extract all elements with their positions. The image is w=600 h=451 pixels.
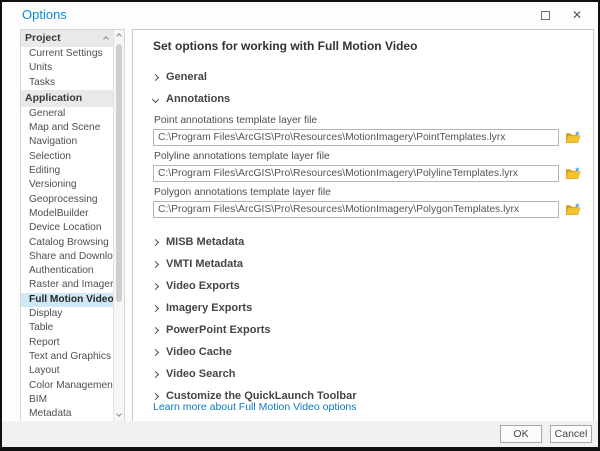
browse-polyline-template-button[interactable] xyxy=(564,165,581,182)
sidebar-item-display[interactable]: Display xyxy=(21,307,113,321)
dialog-title: Options xyxy=(22,7,67,22)
options-sidebar: Project Current Settings Units Tasks App… xyxy=(20,29,125,422)
learn-more-link[interactable]: Learn more about Full Motion Video optio… xyxy=(153,401,357,413)
chevron-right-icon xyxy=(152,326,159,333)
section-vmti-metadata[interactable]: VMTI Metadata xyxy=(153,253,581,275)
section-label: General xyxy=(166,71,207,83)
ok-button[interactable]: OK xyxy=(500,425,542,443)
scroll-down-icon[interactable] xyxy=(116,411,122,417)
sidebar-item-selection[interactable]: Selection xyxy=(21,150,113,164)
section-annotations[interactable]: Annotations xyxy=(153,88,581,110)
chevron-right-icon xyxy=(152,238,159,245)
cancel-button[interactable]: Cancel xyxy=(550,425,592,443)
point-template-field-group: Point annotations template layer file xyxy=(153,115,581,146)
chevron-right-icon xyxy=(152,392,159,399)
sections-list: General Annotations Point annotations te… xyxy=(153,66,581,407)
scrollbar-thumb[interactable] xyxy=(116,44,122,302)
section-label: Video Exports xyxy=(166,280,240,292)
options-dialog: Options ✕ Project Current Settings Units… xyxy=(0,0,600,451)
section-label: Imagery Exports xyxy=(166,302,252,314)
sidebar-item-metadata[interactable]: Metadata xyxy=(21,407,113,421)
chevron-right-icon xyxy=(152,304,159,311)
close-button[interactable]: ✕ xyxy=(568,8,586,22)
browse-polygon-template-button[interactable] xyxy=(564,201,581,218)
section-imagery-exports[interactable]: Imagery Exports xyxy=(153,297,581,319)
polygon-template-input[interactable] xyxy=(153,201,559,218)
open-folder-icon xyxy=(565,167,581,181)
polyline-template-field-group: Polyline annotations template layer file xyxy=(153,151,581,182)
section-video-cache[interactable]: Video Cache xyxy=(153,341,581,363)
sidebar-item-units[interactable]: Units xyxy=(21,61,113,75)
sidebar-scrollbar[interactable] xyxy=(113,30,124,421)
field-label: Point annotations template layer file xyxy=(154,115,581,126)
sidebar-item-current-settings[interactable]: Current Settings xyxy=(21,47,113,61)
chevron-down-icon xyxy=(152,95,159,102)
sidebar-item-general[interactable]: General xyxy=(21,107,113,121)
sidebar-nav-list: Project Current Settings Units Tasks App… xyxy=(21,30,113,421)
options-main-panel: Set options for working with Full Motion… xyxy=(132,29,594,423)
maximize-button[interactable] xyxy=(536,8,554,22)
section-label: Video Cache xyxy=(166,346,232,358)
sidebar-item-modelbuilder[interactable]: ModelBuilder xyxy=(21,207,113,221)
open-folder-icon xyxy=(565,131,581,145)
sidebar-item-geoprocessing[interactable]: Geoprocessing xyxy=(21,193,113,207)
maximize-icon xyxy=(541,11,550,20)
sidebar-item-tasks[interactable]: Tasks xyxy=(21,76,113,90)
dialog-footer: OK Cancel xyxy=(2,421,598,447)
sidebar-item-report[interactable]: Report xyxy=(21,336,113,350)
section-label: Video Search xyxy=(166,368,236,380)
chevron-right-icon xyxy=(152,260,159,267)
field-label: Polyline annotations template layer file xyxy=(154,151,581,162)
sidebar-group-project[interactable]: Project xyxy=(21,30,113,47)
sidebar-item-editing[interactable]: Editing xyxy=(21,164,113,178)
scroll-up-icon[interactable] xyxy=(116,33,122,39)
section-label: MISB Metadata xyxy=(166,236,244,248)
section-powerpoint-exports[interactable]: PowerPoint Exports xyxy=(153,319,581,341)
sidebar-item-device-location[interactable]: Device Location xyxy=(21,221,113,235)
sidebar-item-full-motion-video[interactable]: Full Motion Video xyxy=(21,293,113,307)
sidebar-group-label: Project xyxy=(25,30,61,47)
section-general[interactable]: General xyxy=(153,66,581,88)
polygon-template-field-group: Polygon annotations template layer file xyxy=(153,187,581,218)
polyline-template-input[interactable] xyxy=(153,165,559,182)
sidebar-item-bim[interactable]: BIM xyxy=(21,393,113,407)
sidebar-group-label: Application xyxy=(25,90,82,107)
section-label: Annotations xyxy=(166,93,230,105)
sidebar-item-authentication[interactable]: Authentication xyxy=(21,264,113,278)
chevron-right-icon xyxy=(152,348,159,355)
chevron-right-icon xyxy=(152,282,159,289)
point-template-input[interactable] xyxy=(153,129,559,146)
sidebar-item-raster-and-imagery[interactable]: Raster and Imagery xyxy=(21,278,113,292)
sidebar-item-share-and-download[interactable]: Share and Download xyxy=(21,250,113,264)
sidebar-item-layout[interactable]: Layout xyxy=(21,364,113,378)
section-video-search[interactable]: Video Search xyxy=(153,363,581,385)
window-controls: ✕ xyxy=(536,8,586,22)
section-label: PowerPoint Exports xyxy=(166,324,271,336)
close-icon: ✕ xyxy=(572,9,582,21)
page-title: Set options for working with Full Motion… xyxy=(153,39,593,53)
sidebar-item-map-and-scene[interactable]: Map and Scene xyxy=(21,121,113,135)
collapse-chevron-icon xyxy=(103,36,109,42)
sidebar-group-application[interactable]: Application xyxy=(21,90,113,107)
section-misb-metadata[interactable]: MISB Metadata xyxy=(153,231,581,253)
chevron-right-icon xyxy=(152,73,159,80)
section-video-exports[interactable]: Video Exports xyxy=(153,275,581,297)
browse-point-template-button[interactable] xyxy=(564,129,581,146)
sidebar-item-table[interactable]: Table xyxy=(21,321,113,335)
sidebar-item-catalog-browsing[interactable]: Catalog Browsing xyxy=(21,236,113,250)
field-label: Polygon annotations template layer file xyxy=(154,187,581,198)
section-label: VMTI Metadata xyxy=(166,258,243,270)
sidebar-item-navigation[interactable]: Navigation xyxy=(21,135,113,149)
sidebar-item-color-management[interactable]: Color Management xyxy=(21,379,113,393)
chevron-right-icon xyxy=(152,370,159,377)
open-folder-icon xyxy=(565,203,581,217)
sidebar-item-versioning[interactable]: Versioning xyxy=(21,178,113,192)
annotations-section-body: Point annotations template layer file xyxy=(153,110,581,231)
sidebar-item-text-and-graphics[interactable]: Text and Graphics xyxy=(21,350,113,364)
